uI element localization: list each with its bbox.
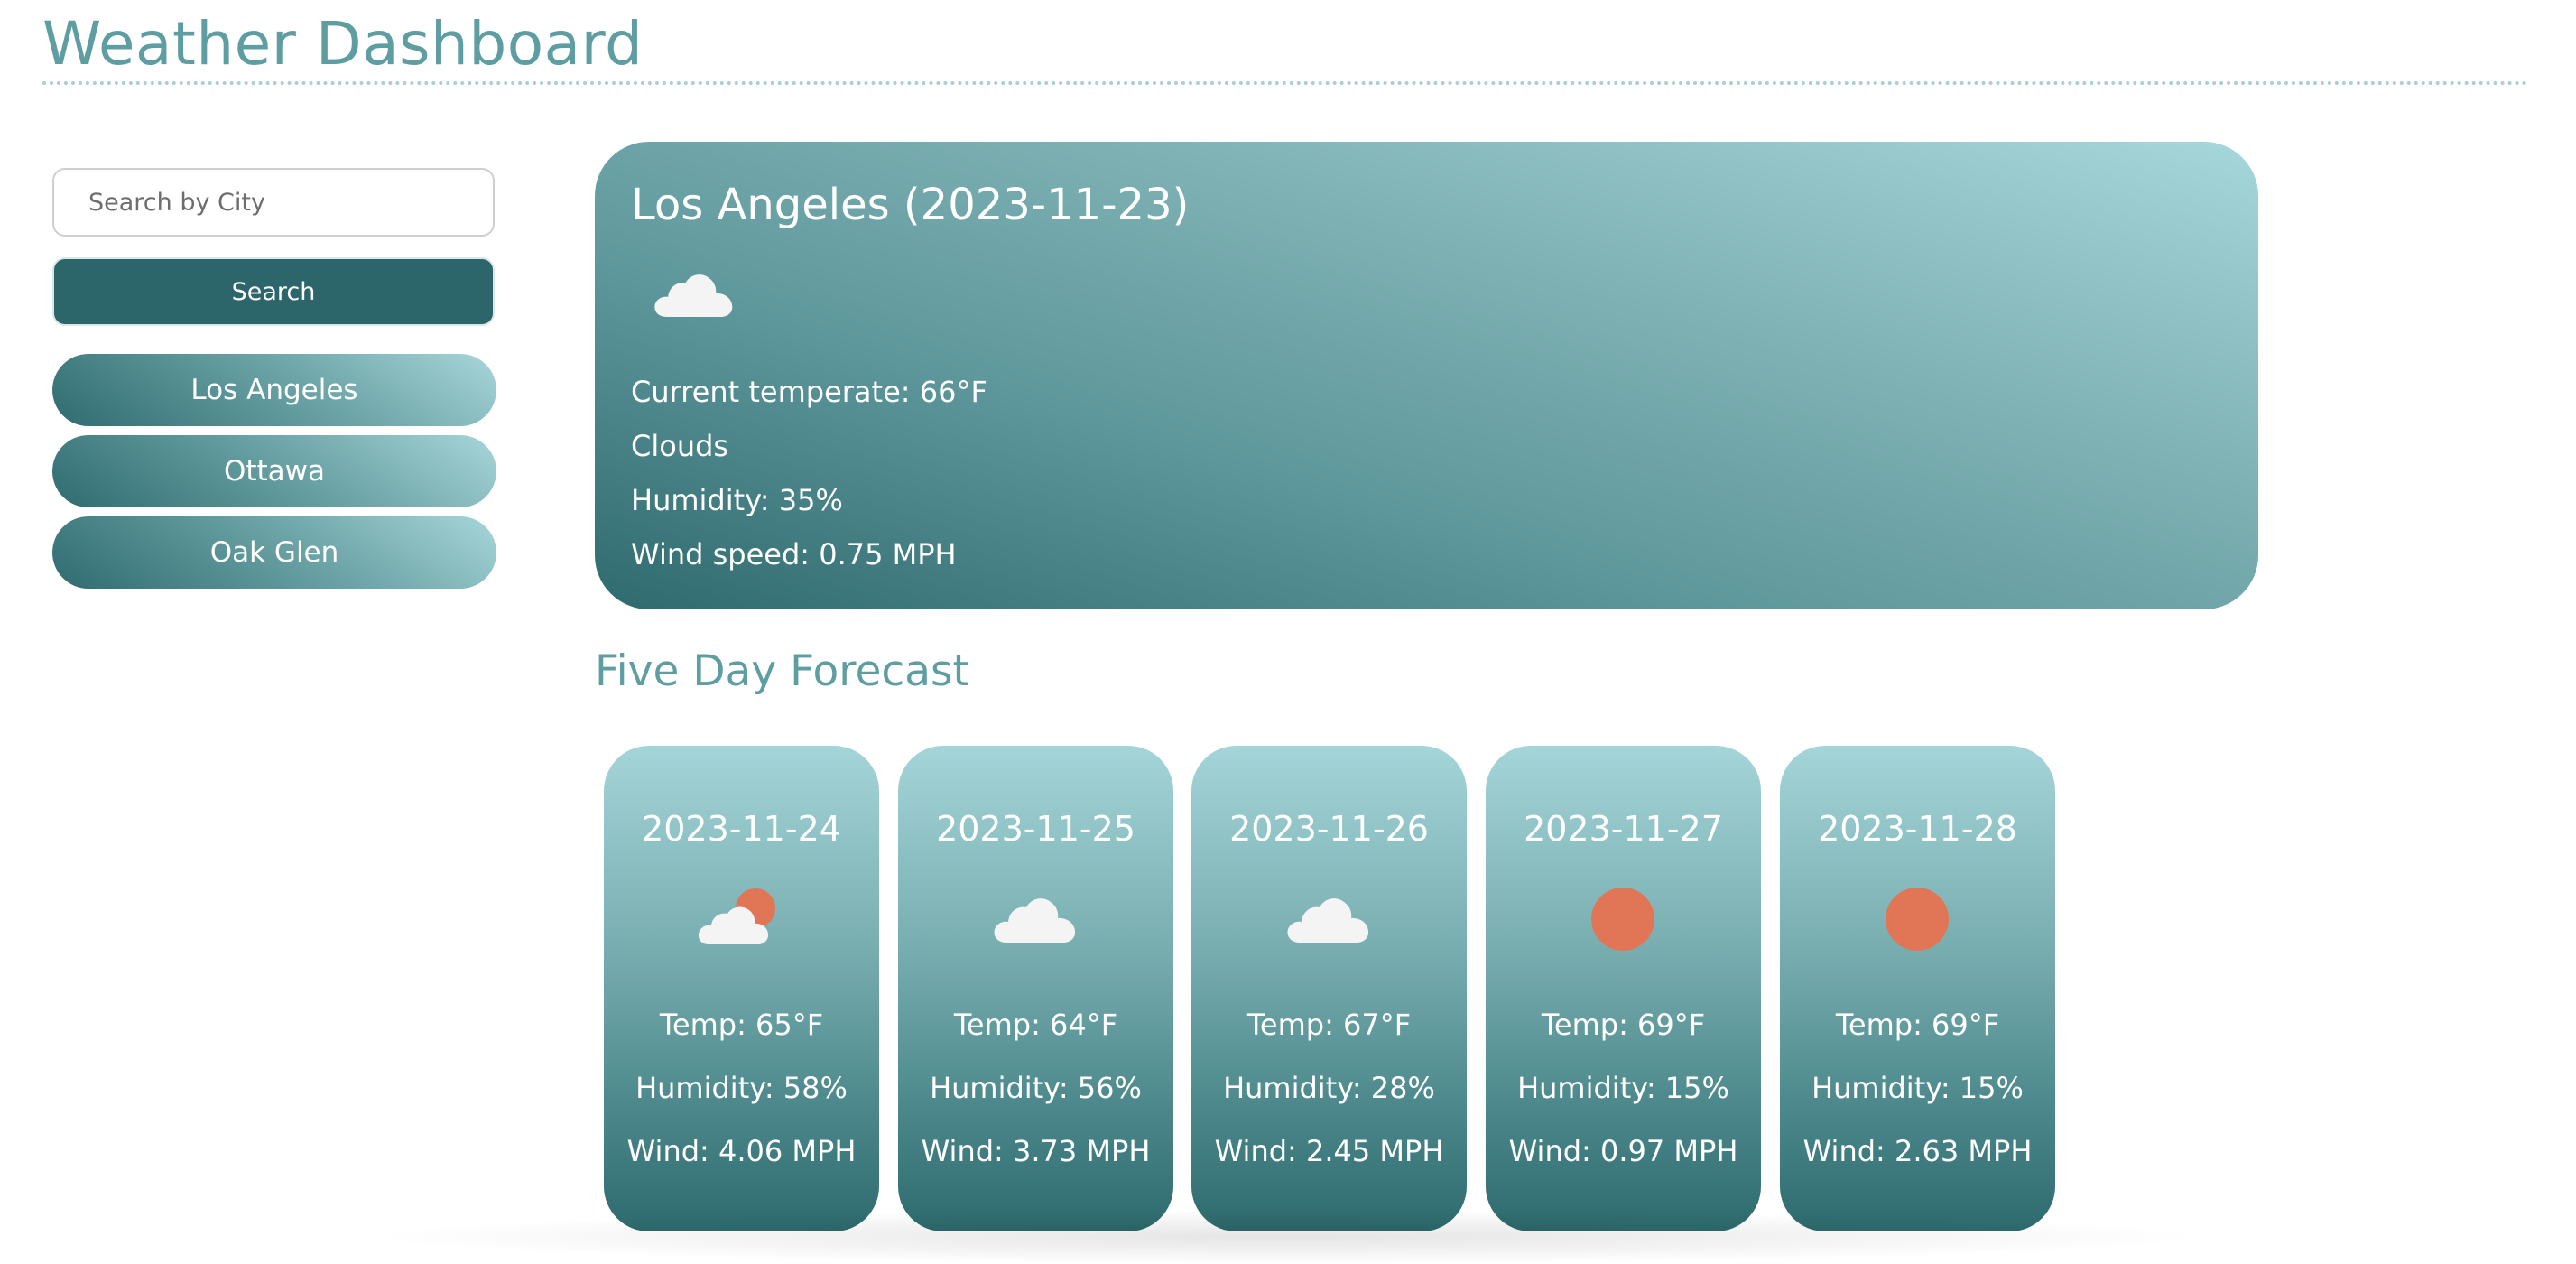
current-weather-card: Los Angeles (2023-11-23) Current tempera… — [595, 142, 2258, 609]
forecast-humidity: Humidity: 56% — [930, 1071, 1142, 1105]
history-item-ottawa[interactable]: Ottawa — [52, 435, 496, 507]
forecast-temp: Temp: 67°F — [1246, 1008, 1412, 1042]
cloud-icon — [1287, 898, 1369, 943]
forecast-temp: Temp: 64°F — [953, 1008, 1118, 1042]
history-item-oak-glen[interactable]: Oak Glen — [52, 516, 496, 589]
forecast-card: 2023-11-26 Temp: 67°F Humidity: 28% Wind… — [1191, 746, 1467, 1231]
forecast-humidity: Humidity: 28% — [1223, 1071, 1435, 1105]
search-input[interactable] — [52, 168, 495, 237]
forecast-card: 2023-11-25 Temp: 64°F Humidity: 56% Wind… — [898, 746, 1173, 1231]
forecast-humidity: Humidity: 15% — [1812, 1071, 2024, 1105]
forecast-temp: Temp: 65°F — [659, 1008, 824, 1042]
forecast-wind: Wind: 2.63 MPH — [1802, 1134, 2033, 1168]
sun-icon — [1886, 888, 1949, 951]
forecast-wind: Wind: 2.45 MPH — [1214, 1134, 1444, 1168]
cloud-icon — [994, 898, 1076, 943]
forecast-humidity: Humidity: 15% — [1517, 1071, 1729, 1105]
forecast-wind: Wind: 4.06 MPH — [626, 1134, 857, 1168]
forecast-date: 2023-11-24 — [642, 809, 841, 849]
forecast-date: 2023-11-26 — [1229, 809, 1429, 849]
current-wind-speed: Wind speed: 0.75 MPH — [631, 537, 957, 572]
title-divider — [42, 81, 2529, 85]
forecast-card: 2023-11-27 Temp: 69°F Humidity: 15% Wind… — [1486, 746, 1761, 1231]
sun-icon — [1591, 888, 1654, 951]
current-humidity: Humidity: 35% — [631, 483, 843, 517]
forecast-card: 2023-11-24 Temp: 65°F Humidity: 58% Wind… — [604, 746, 879, 1231]
forecast-wind: Wind: 0.97 MPH — [1508, 1134, 1738, 1168]
forecast-temp: Temp: 69°F — [1541, 1008, 1706, 1042]
current-temperature: Current temperate: 66°F — [631, 375, 987, 409]
cloud-icon — [654, 274, 733, 317]
history-item-los-angeles[interactable]: Los Angeles — [52, 354, 496, 426]
forecast-heading: Five Day Forecast — [595, 646, 969, 696]
forecast-card: 2023-11-28 Temp: 69°F Humidity: 15% Wind… — [1780, 746, 2055, 1231]
page-title: Weather Dashboard — [42, 9, 644, 79]
search-history-list: Los Angeles Ottawa Oak Glen — [52, 354, 496, 598]
forecast-date: 2023-11-28 — [1818, 809, 2017, 849]
forecast-temp: Temp: 69°F — [1835, 1008, 2000, 1042]
current-condition: Clouds — [631, 429, 729, 463]
forecast-date: 2023-11-27 — [1524, 809, 1723, 849]
search-button[interactable]: Search — [52, 257, 495, 326]
forecast-date: 2023-11-25 — [936, 809, 1135, 849]
forecast-wind: Wind: 3.73 MPH — [921, 1134, 1151, 1168]
forecast-humidity: Humidity: 58% — [635, 1071, 848, 1105]
partly-cloudy-icon — [698, 888, 775, 944]
current-weather-title: Los Angeles (2023-11-23) — [631, 180, 1190, 230]
